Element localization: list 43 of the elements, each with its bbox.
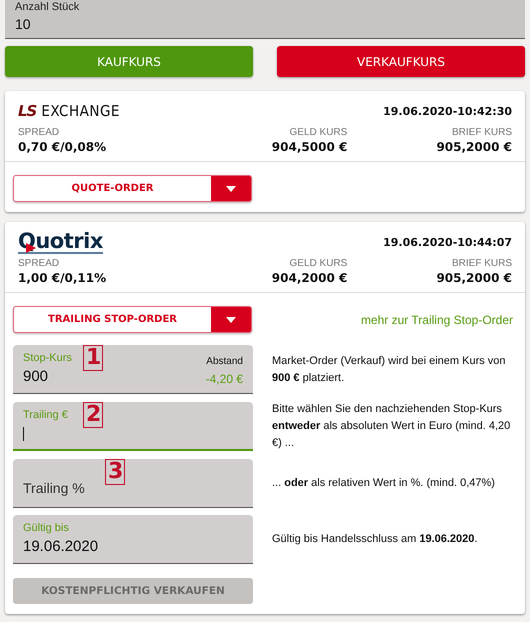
spread-label: SPREAD xyxy=(18,127,60,138)
bid-price-label: GELD KURS xyxy=(288,127,348,138)
distance-label: Abstand xyxy=(206,356,243,367)
spread-value: 1,00 €/0,11% xyxy=(18,271,108,285)
field-label: Stop-Kurs xyxy=(23,352,72,364)
exchange-logo: LS EXCHANGE xyxy=(18,102,120,120)
info-text: Gültig bis Handelsschluss am 19.06.2020. xyxy=(272,532,478,547)
exchange-logo: Quotrix xyxy=(18,230,103,254)
ask-price-label: BRIEF KURS xyxy=(450,258,512,269)
bid-price: 904,5000 € xyxy=(270,140,348,154)
spread-label: SPREAD xyxy=(18,258,60,269)
annotation-number: 2 xyxy=(83,402,103,428)
distance-value: -4,20 € xyxy=(206,372,243,386)
annotation-number: 1 xyxy=(83,345,103,371)
timestamp: 19.06.2020-10:42:30 xyxy=(383,104,512,118)
bid-price: 904,2000 € xyxy=(270,271,348,285)
ask-price: 905,2000 € xyxy=(435,271,512,285)
bid-price-label: GELD KURS xyxy=(288,258,348,269)
caret-icon xyxy=(226,186,236,192)
field-label: Anzahl Stück xyxy=(15,0,80,13)
caret-icon xyxy=(226,316,236,322)
info-link[interactable]: mehr zur Trailing Stop-Order xyxy=(360,312,513,326)
buy-price-button[interactable]: KAUFKURS xyxy=(5,46,253,77)
field-label: Gültig bis xyxy=(23,522,70,534)
ask-price: 905,2000 € xyxy=(435,140,512,154)
field-label: Trailing € xyxy=(23,409,68,421)
order-type-dropdown[interactable]: QUOTE-ORDER xyxy=(13,175,252,202)
quantity-field[interactable]: Anzahl Stück 10 xyxy=(5,0,525,39)
ask-price-label: BRIEF KURS xyxy=(450,127,512,138)
text-cursor xyxy=(23,427,24,441)
field-value: 900 xyxy=(23,368,50,385)
annotation-number: 3 xyxy=(105,459,125,485)
info-text: Bitte wählen Sie den nachziehenden Stop-Kurs entweder als absoluten Wert in Euro (mind. 4,20 €) ... xyxy=(272,402,512,451)
timestamp: 19.06.2020-10:44:07 xyxy=(383,236,512,248)
field-placeholder: Trailing % xyxy=(23,480,85,496)
spread-value: 0,70 €/0,08% xyxy=(18,140,108,154)
sell-price-button[interactable]: VERKAUFKURS xyxy=(277,46,525,77)
order-type-dropdown[interactable]: TRAILING STOP-ORDER xyxy=(13,306,252,333)
field-value: 19.06.2020 xyxy=(23,538,98,555)
input-field[interactable]: Gültig bis 19.06.2020 xyxy=(13,515,253,564)
info-text: ... oder als relativen Wert in %. (mind. 0,47%) xyxy=(272,476,496,491)
info-text: Market-Order (Verkauf) wird bei einem Kurs von 900 € platziert. xyxy=(272,354,507,386)
field-value: 10 xyxy=(15,16,32,32)
